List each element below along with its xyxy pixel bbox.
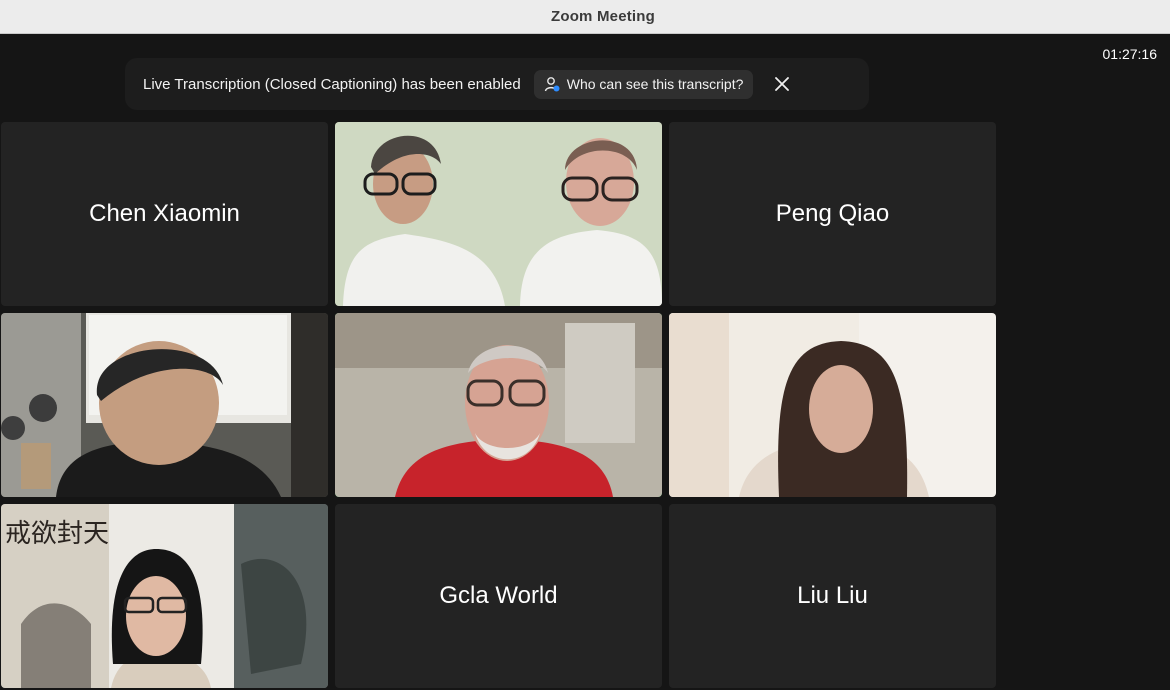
- window-titlebar: Zoom Meeting: [0, 0, 1170, 34]
- window-title: Zoom Meeting: [550, 8, 656, 25]
- participant-video: [335, 122, 662, 306]
- meeting-timer: 01:27:16: [1102, 46, 1158, 62]
- participant-video: 戒欲封天: [1, 504, 328, 688]
- participant-name: Liu Liu: [797, 582, 868, 609]
- close-icon: [775, 77, 790, 91]
- transcription-banner: Live Transcription (Closed Captioning) h…: [125, 58, 869, 110]
- participant-video-tile-active-speaker[interactable]: [335, 313, 662, 497]
- participant-name: Gcla World: [439, 582, 558, 609]
- transcription-message: Live Transcription (Closed Captioning) h…: [143, 75, 521, 93]
- participant-tile-peng-qiao[interactable]: Peng Qiao: [669, 122, 996, 306]
- participant-video: [335, 313, 662, 497]
- book-cover-art: 戒欲封天: [5, 519, 109, 549]
- person-icon: [544, 76, 560, 91]
- participant-video-tile[interactable]: [669, 313, 996, 497]
- participant-tile-gcla-world[interactable]: Gcla World: [335, 504, 662, 688]
- participant-video: [1, 313, 328, 497]
- participant-name: Peng Qiao: [775, 200, 890, 227]
- participant-tile-chen-xiaomin[interactable]: Chen Xiaomin: [1, 122, 328, 306]
- close-banner-button[interactable]: [773, 75, 791, 93]
- participant-video-tile[interactable]: [335, 122, 662, 306]
- participant-name: Chen Xiaomin: [89, 200, 240, 227]
- who-can-see-label: Who can see this transcript?: [566, 76, 744, 92]
- participant-video-tile[interactable]: 戒欲封天: [1, 504, 328, 688]
- participant-tile-liu-liu[interactable]: Liu Liu: [669, 504, 996, 688]
- who-can-see-button[interactable]: Who can see this transcript?: [533, 69, 754, 99]
- participant-video-tile[interactable]: [1, 313, 328, 497]
- participant-video: [669, 313, 996, 497]
